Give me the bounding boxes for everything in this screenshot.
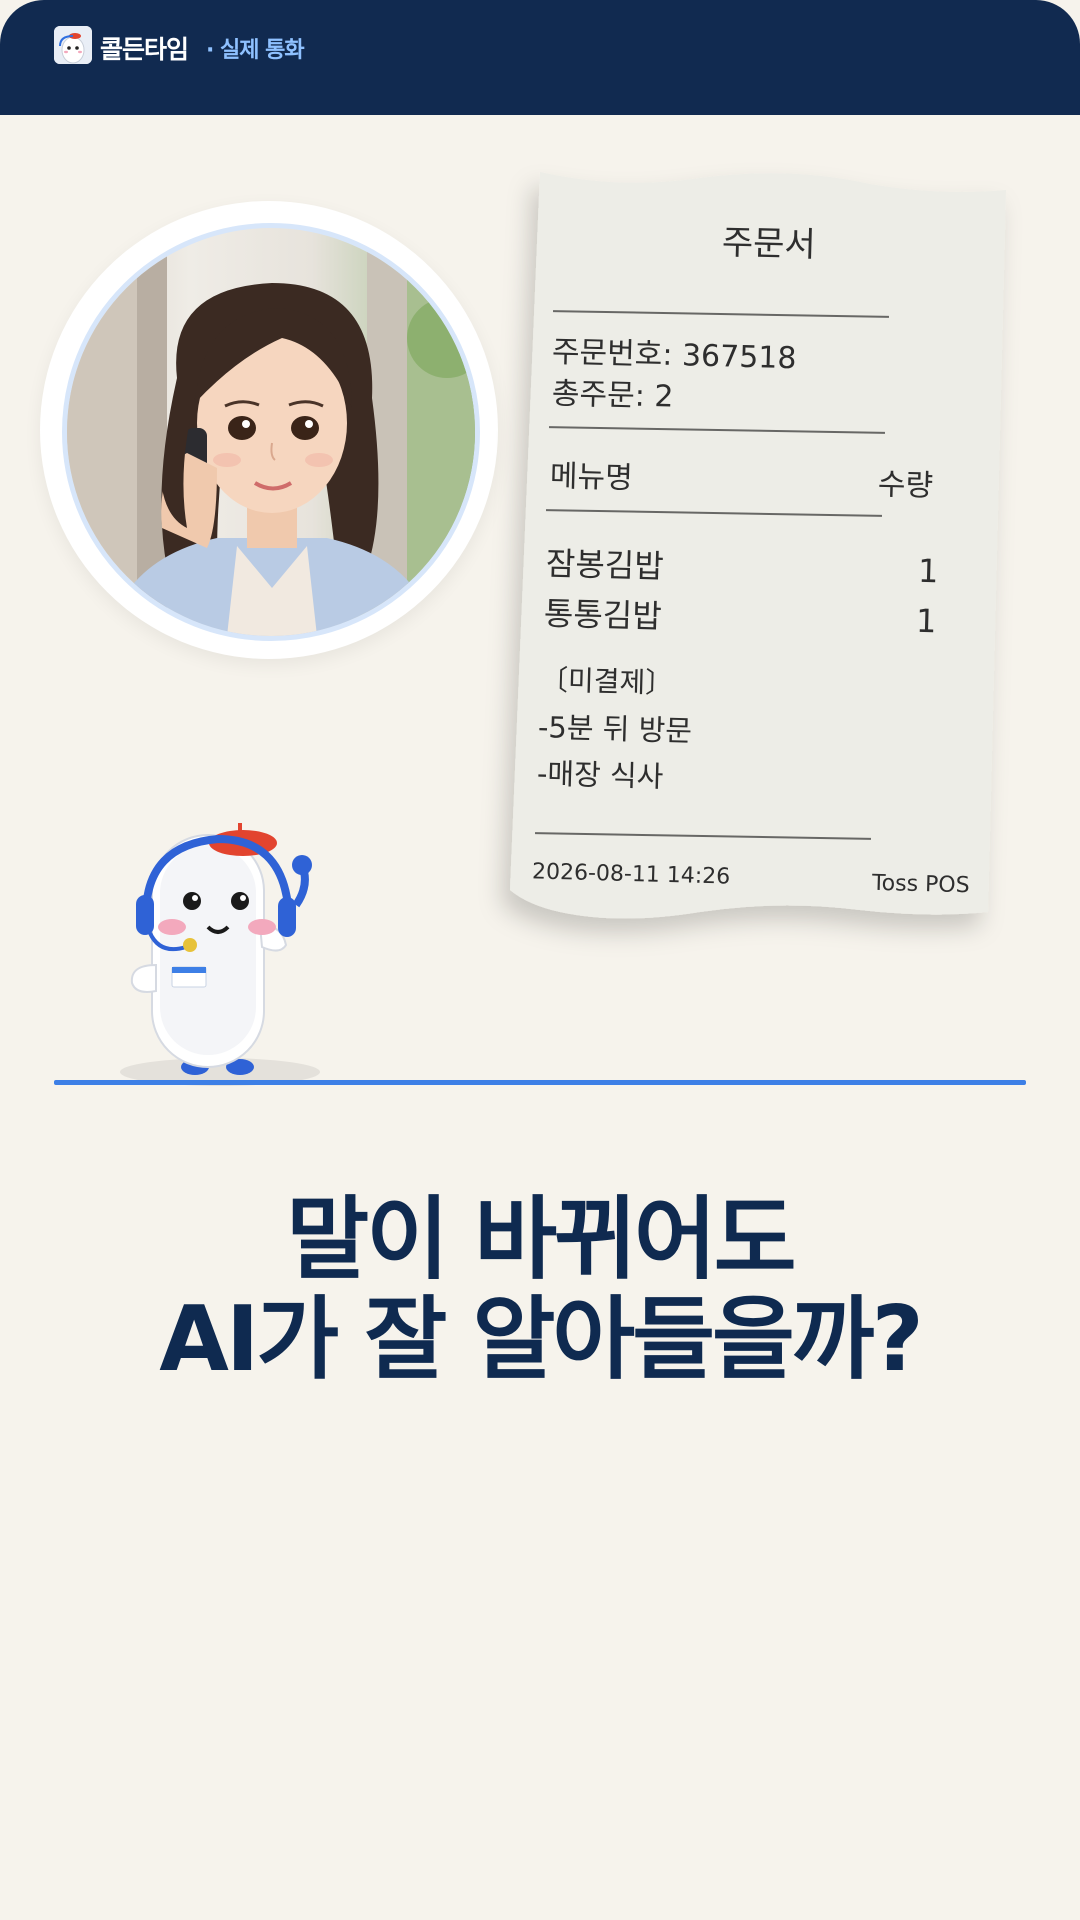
item-qty: 1 (917, 551, 939, 591)
payment-status: 〔미결제〕 (539, 663, 674, 700)
caller-photo (62, 223, 480, 641)
caller-avatar (40, 201, 498, 659)
receipt-datetime: 2026-08-11 14:26 (531, 859, 731, 890)
receipt-title: 주문서 (721, 222, 817, 266)
item-qty: 1 (915, 601, 937, 641)
mascot-headset-icon (120, 823, 320, 1086)
receipt-divider (546, 509, 882, 517)
header-subtitle: · 실제 통화 (206, 38, 305, 63)
item-name: 잠봉김밥 (545, 544, 665, 586)
column-menu-name: 메뉴명 (549, 458, 634, 497)
receipt-divider (535, 832, 871, 840)
headline-line-2: AI가 잘 알아들을까? (159, 1287, 924, 1392)
total-orders: 총주문: 2 (551, 376, 674, 415)
receipt-paper (510, 172, 1006, 919)
section-divider (54, 1080, 1026, 1085)
woman-on-phone-illustration (67, 228, 475, 636)
pos-name: Toss POS (871, 870, 970, 899)
visit-note: -5분 뒤 방문 (537, 709, 693, 749)
receipt-divider (549, 426, 885, 434)
screen: 콜든타임 · 실제 통화 주문서 주문번호: 367518 총주문: 2 메뉴명… (0, 0, 1080, 1920)
headline: 말이 바뀌어도 AI가 잘 알아들을까? (0, 1190, 1080, 1390)
column-quantity: 수량 (877, 467, 934, 504)
dine-note: -매장 식사 (536, 756, 664, 794)
top-bar: 콜든타임 · 실제 통화 (0, 0, 1080, 115)
mascot-character (110, 815, 330, 1095)
headline-line-1: 말이 바뀌어도 (286, 1187, 796, 1292)
order-number: 주문번호: 367518 (551, 334, 797, 377)
receipt-divider (553, 310, 889, 318)
item-name: 통통김밥 (543, 594, 663, 636)
mascot-logo-icon (54, 26, 92, 64)
brand-name: 콜든타임 (100, 35, 189, 64)
